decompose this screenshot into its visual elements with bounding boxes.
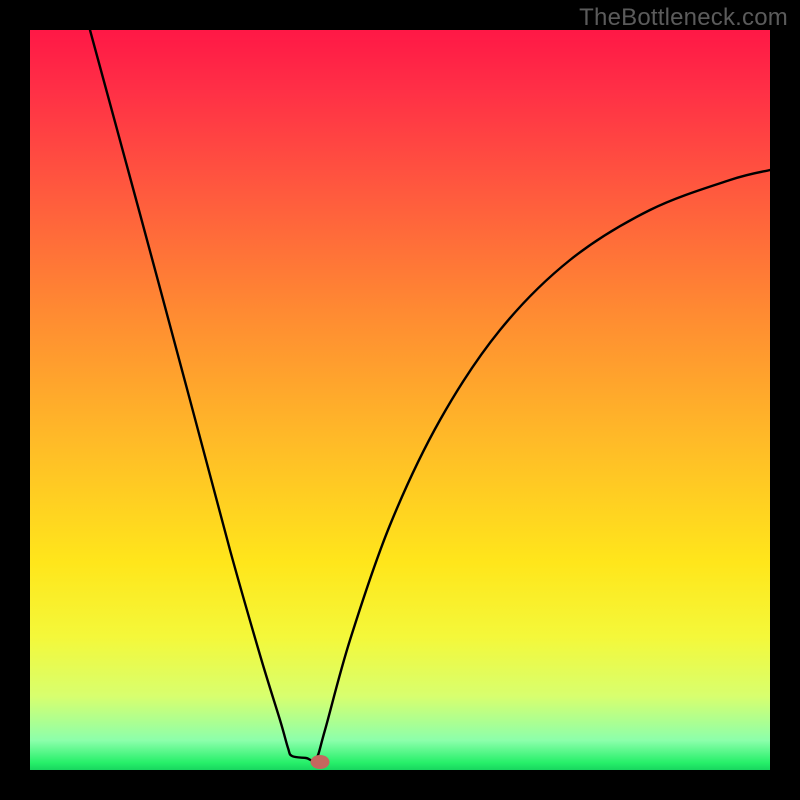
- watermark-text: TheBottleneck.com: [579, 4, 788, 32]
- bottleneck-curve: [30, 30, 770, 770]
- minimum-marker: [311, 755, 330, 769]
- curve-path: [90, 30, 770, 761]
- chart-frame: TheBottleneck.com: [0, 0, 800, 800]
- plot-area: [30, 30, 770, 770]
